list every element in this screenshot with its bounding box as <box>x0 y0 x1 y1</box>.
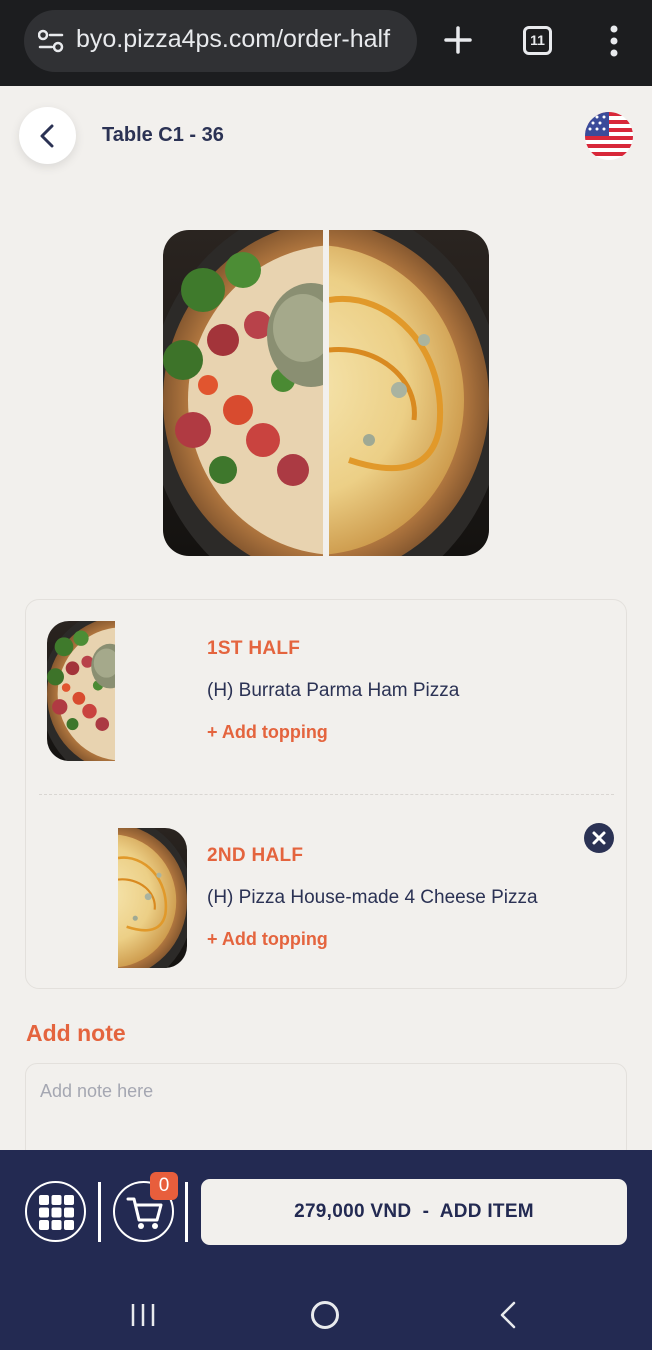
site-settings-icon[interactable] <box>38 29 64 53</box>
add-note-title: Add note <box>26 1020 126 1046</box>
browser-toolbar: byo.pizza4ps.com/order-half 11 <box>0 0 652 86</box>
first-half-add-topping-link[interactable]: + Add topping <box>207 722 328 743</box>
second-half-thumbnail <box>118 828 187 968</box>
first-half-thumbnail <box>47 621 115 761</box>
bottom-action-bar: 0 279,000 VND - ADD ITEM <box>0 1150 652 1350</box>
shopping-cart-icon <box>126 1197 163 1229</box>
home-icon[interactable] <box>311 1301 339 1329</box>
new-tab-icon[interactable] <box>440 22 476 58</box>
second-half-label: 2ND HALF <box>207 845 304 866</box>
cart-count-badge: 0 <box>150 1172 178 1200</box>
chevron-left-icon <box>40 124 54 148</box>
second-half-pizza-name: (H) Pizza House-made 4 Cheese Pizza <box>207 887 538 908</box>
url-text[interactable]: byo.pizza4ps.com/order-half <box>76 25 390 54</box>
separator <box>185 1182 188 1242</box>
grid-icon <box>39 1195 74 1230</box>
us-flag-icon[interactable] <box>585 112 633 160</box>
second-half-pizza-image <box>329 230 489 556</box>
back-button[interactable] <box>19 107 76 164</box>
more-menu-icon[interactable] <box>604 24 624 58</box>
first-half-label: 1ST HALF <box>207 638 301 659</box>
table-title: Table C1 - 36 <box>102 124 224 146</box>
separator <box>98 1182 101 1242</box>
close-icon <box>592 831 606 845</box>
first-half-pizza-image <box>163 230 323 556</box>
menu-grid-button[interactable] <box>25 1181 86 1242</box>
remove-second-half-button[interactable] <box>584 823 614 853</box>
divider <box>39 794 614 795</box>
recent-apps-icon[interactable] <box>129 1302 157 1328</box>
system-back-icon[interactable] <box>497 1300 519 1330</box>
second-half-add-topping-link[interactable]: + Add topping <box>207 929 328 950</box>
halves-card: 1ST HALF (H) Burrata Parma Ham Pizza + A… <box>25 599 627 989</box>
first-half-pizza-name: (H) Burrata Parma Ham Pizza <box>207 680 460 701</box>
add-item-button[interactable]: 279,000 VND - ADD ITEM <box>201 1179 627 1245</box>
tab-switcher-button[interactable]: 11 <box>523 26 552 55</box>
address-bar[interactable]: byo.pizza4ps.com/order-half <box>24 10 417 72</box>
